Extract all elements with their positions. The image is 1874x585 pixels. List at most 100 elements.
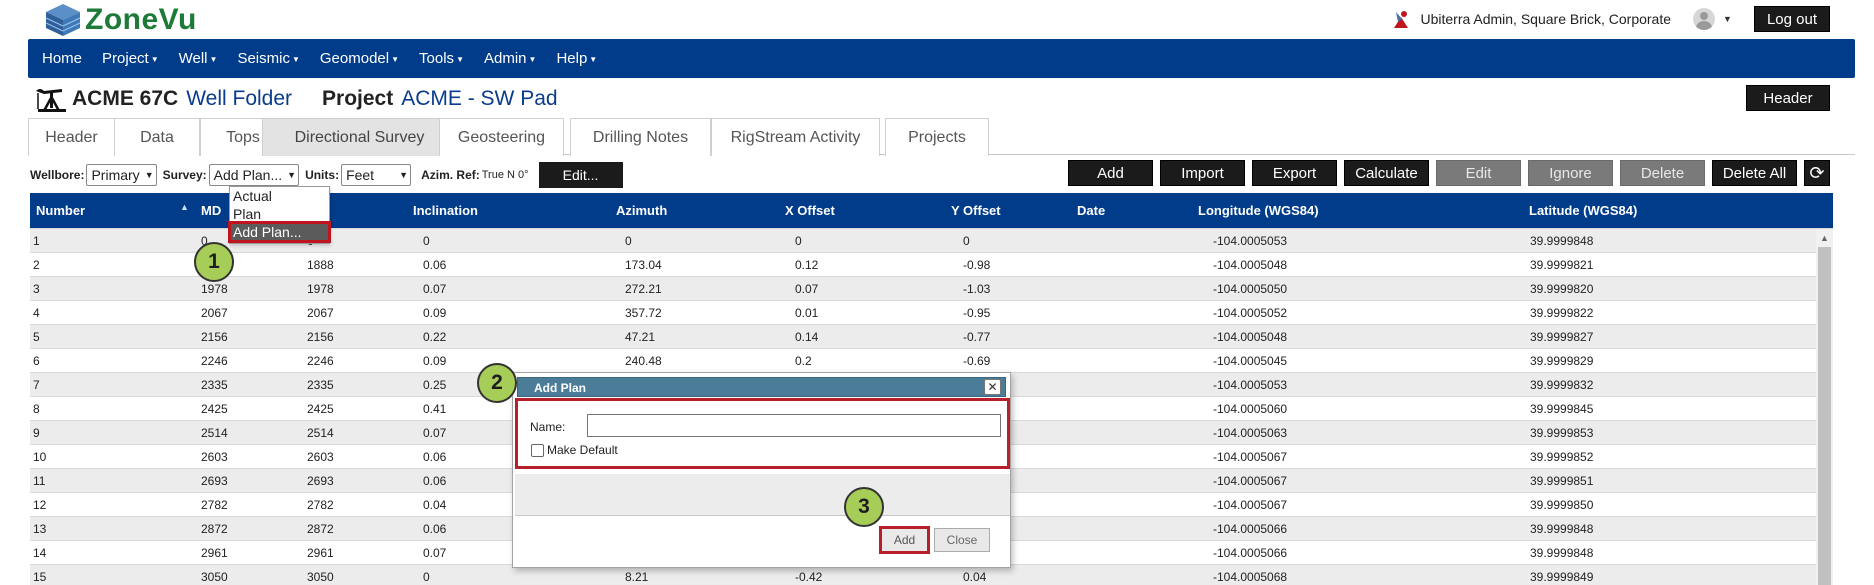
table-cell: 0 [423, 570, 430, 584]
tab-geosteering[interactable]: Geosteering [439, 118, 564, 156]
tab-rigstream-activity[interactable]: RigStream Activity [711, 118, 880, 156]
nav-item-seismic[interactable]: Seismic ▼ [237, 50, 299, 67]
well-folder-link[interactable]: Well Folder [186, 87, 292, 111]
table-cell: 2603 [201, 450, 228, 464]
table-row[interactable]: 6 2246 2246 0.09 240.48 0.2 -0.69 -104.0005045 3… [30, 348, 1833, 372]
tab-data[interactable]: Data [114, 118, 200, 156]
header-button[interactable]: Header [1746, 85, 1830, 111]
survey-option-plan[interactable]: Plan [230, 205, 329, 223]
callout-2: 2 [477, 363, 517, 403]
nav-item-home[interactable]: Home [42, 50, 82, 67]
dialog-add-button[interactable]: Add [879, 526, 930, 554]
column-header-x-offset[interactable]: X Offset [785, 203, 835, 218]
import-button[interactable]: Import [1160, 160, 1245, 186]
nav-item-tools[interactable]: Tools ▼ [419, 50, 464, 67]
scroll-thumb[interactable] [1818, 247, 1831, 585]
close-icon[interactable]: ✕ [984, 379, 1001, 395]
tab-directional-survey[interactable]: Directional Survey [262, 118, 457, 156]
caret-down-icon: ▼ [391, 54, 400, 64]
make-default-checkbox[interactable] [531, 443, 544, 457]
survey-option-actual[interactable]: Actual [230, 187, 329, 205]
units-select[interactable]: Feet ▼ [341, 164, 412, 186]
survey-select[interactable]: Add Plan... ▼ [208, 164, 300, 186]
table-cell: 0 [625, 234, 632, 248]
table-cell: 2603 [307, 450, 334, 464]
project-name-link[interactable]: ACME - SW Pad [401, 87, 557, 111]
table-row[interactable]: 5 2156 2156 0.22 47.21 0.14 -0.77 -104.0005048 3… [30, 324, 1833, 348]
delete-all-button[interactable]: Delete All [1712, 160, 1797, 186]
column-header-azimuth[interactable]: Azimuth [616, 203, 667, 218]
refresh-icon[interactable]: ⟳ [1804, 160, 1830, 186]
user-area: Ubiterra Admin, Square Brick, Corporate … [1390, 6, 1830, 32]
column-header-y-offset[interactable]: Y Offset [951, 203, 1001, 218]
table-cell: -104.0005053 [1213, 234, 1288, 248]
table-cell: 2425 [201, 402, 228, 416]
table-cell: 0.07 [423, 546, 447, 560]
caret-down-icon: ▼ [209, 54, 218, 64]
nav-item-help[interactable]: Help ▼ [556, 50, 597, 67]
column-header-md[interactable]: MD [201, 203, 221, 218]
export-button[interactable]: Export [1252, 160, 1337, 186]
table-cell: 39.9999850 [1530, 498, 1594, 512]
caret-down-icon: ▼ [528, 54, 537, 64]
edit-button[interactable]: Edit [1436, 160, 1521, 186]
dialog-close-button[interactable]: Close [934, 528, 990, 552]
table-cell: 2514 [201, 426, 228, 440]
delete-button[interactable]: Delete [1620, 160, 1705, 186]
table-cell: -104.0005060 [1213, 402, 1288, 416]
table-cell: 6 [33, 354, 40, 368]
table-cell: -104.0005050 [1213, 282, 1288, 296]
plan-name-input[interactable] [587, 414, 1001, 437]
avatar[interactable] [1693, 8, 1716, 30]
user-name[interactable]: Ubiterra Admin, Square Brick, Corporate [1420, 11, 1671, 27]
table-cell: 0 [963, 234, 970, 248]
caret-down-icon: ▼ [150, 54, 159, 64]
ignore-button[interactable]: Ignore [1528, 160, 1613, 186]
units-value: Feet [346, 167, 375, 183]
table-row[interactable]: 2188818880.06173.040.12-0.98-104.0005048… [30, 252, 1833, 276]
logout-button[interactable]: Log out [1753, 6, 1830, 32]
chevron-down-icon[interactable]: ▼ [1723, 14, 1732, 24]
table-cell: 0.06 [423, 522, 447, 536]
nav-item-well[interactable]: Well ▼ [179, 50, 218, 67]
wellbore-select[interactable]: Primary ▼ [86, 164, 157, 186]
table-cell: 2961 [201, 546, 228, 560]
table-cell: 39.9999851 [1530, 474, 1594, 488]
dialog-titlebar[interactable]: Add Plan ✕ [517, 377, 1006, 397]
table-cell: 2 [33, 258, 40, 272]
table-row[interactable]: 3 1978 1978 0.07 272.21 0.07 -1.03 -104.0005050… [30, 276, 1833, 300]
tab-header[interactable]: Header [28, 118, 115, 156]
survey-option-add-plan[interactable]: Add Plan... [228, 221, 331, 243]
table-cell: 2246 [201, 354, 228, 368]
scroll-up-icon[interactable]: ▲ [1820, 233, 1829, 243]
column-header-longitude-wgs84[interactable]: Longitude (WGS84) [1198, 203, 1319, 218]
column-header-latitude-wgs84[interactable]: Latitude (WGS84) [1529, 203, 1637, 218]
nav-item-admin[interactable]: Admin ▼ [484, 50, 536, 67]
calculate-button[interactable]: Calculate [1344, 160, 1429, 186]
make-default-option[interactable]: Make Default [531, 443, 618, 457]
table-cell: 2067 [201, 306, 228, 320]
table-cell: 1978 [201, 282, 228, 296]
table-cell: -104.0005067 [1213, 498, 1288, 512]
column-header-date[interactable]: Date [1077, 203, 1105, 218]
nav-item-project[interactable]: Project ▼ [102, 50, 159, 67]
table-scrollbar[interactable]: ▲ [1816, 229, 1833, 585]
table-row[interactable]: 4 2067 2067 0.09 357.72 0.01 -0.95 -104.0005052… [30, 300, 1833, 324]
column-header-inclination[interactable]: Inclination [413, 203, 478, 218]
nav-item-label: Admin [483, 50, 527, 67]
tab-drilling-notes[interactable]: Drilling Notes [570, 118, 711, 156]
wellbore-value: Primary [91, 167, 140, 183]
table-cell: 1 [33, 234, 40, 248]
column-header-number[interactable]: Number [36, 203, 85, 218]
table-cell: -0.42 [795, 570, 823, 584]
table-cell: 39.9999848 [1530, 522, 1594, 536]
nav-item-geomodel[interactable]: Geomodel ▼ [320, 50, 399, 67]
add-button[interactable]: Add [1068, 160, 1153, 186]
zonevu-logo[interactable]: ZoneVu [44, 2, 197, 38]
table-cell: 0.2 [795, 354, 812, 368]
table-cell: 0.04 [963, 570, 987, 584]
azim-ref-value: True N 0° [481, 169, 529, 181]
callout-3: 3 [844, 487, 884, 527]
survey-edit-button[interactable]: Edit... [538, 162, 623, 188]
tab-projects[interactable]: Projects [885, 118, 989, 156]
